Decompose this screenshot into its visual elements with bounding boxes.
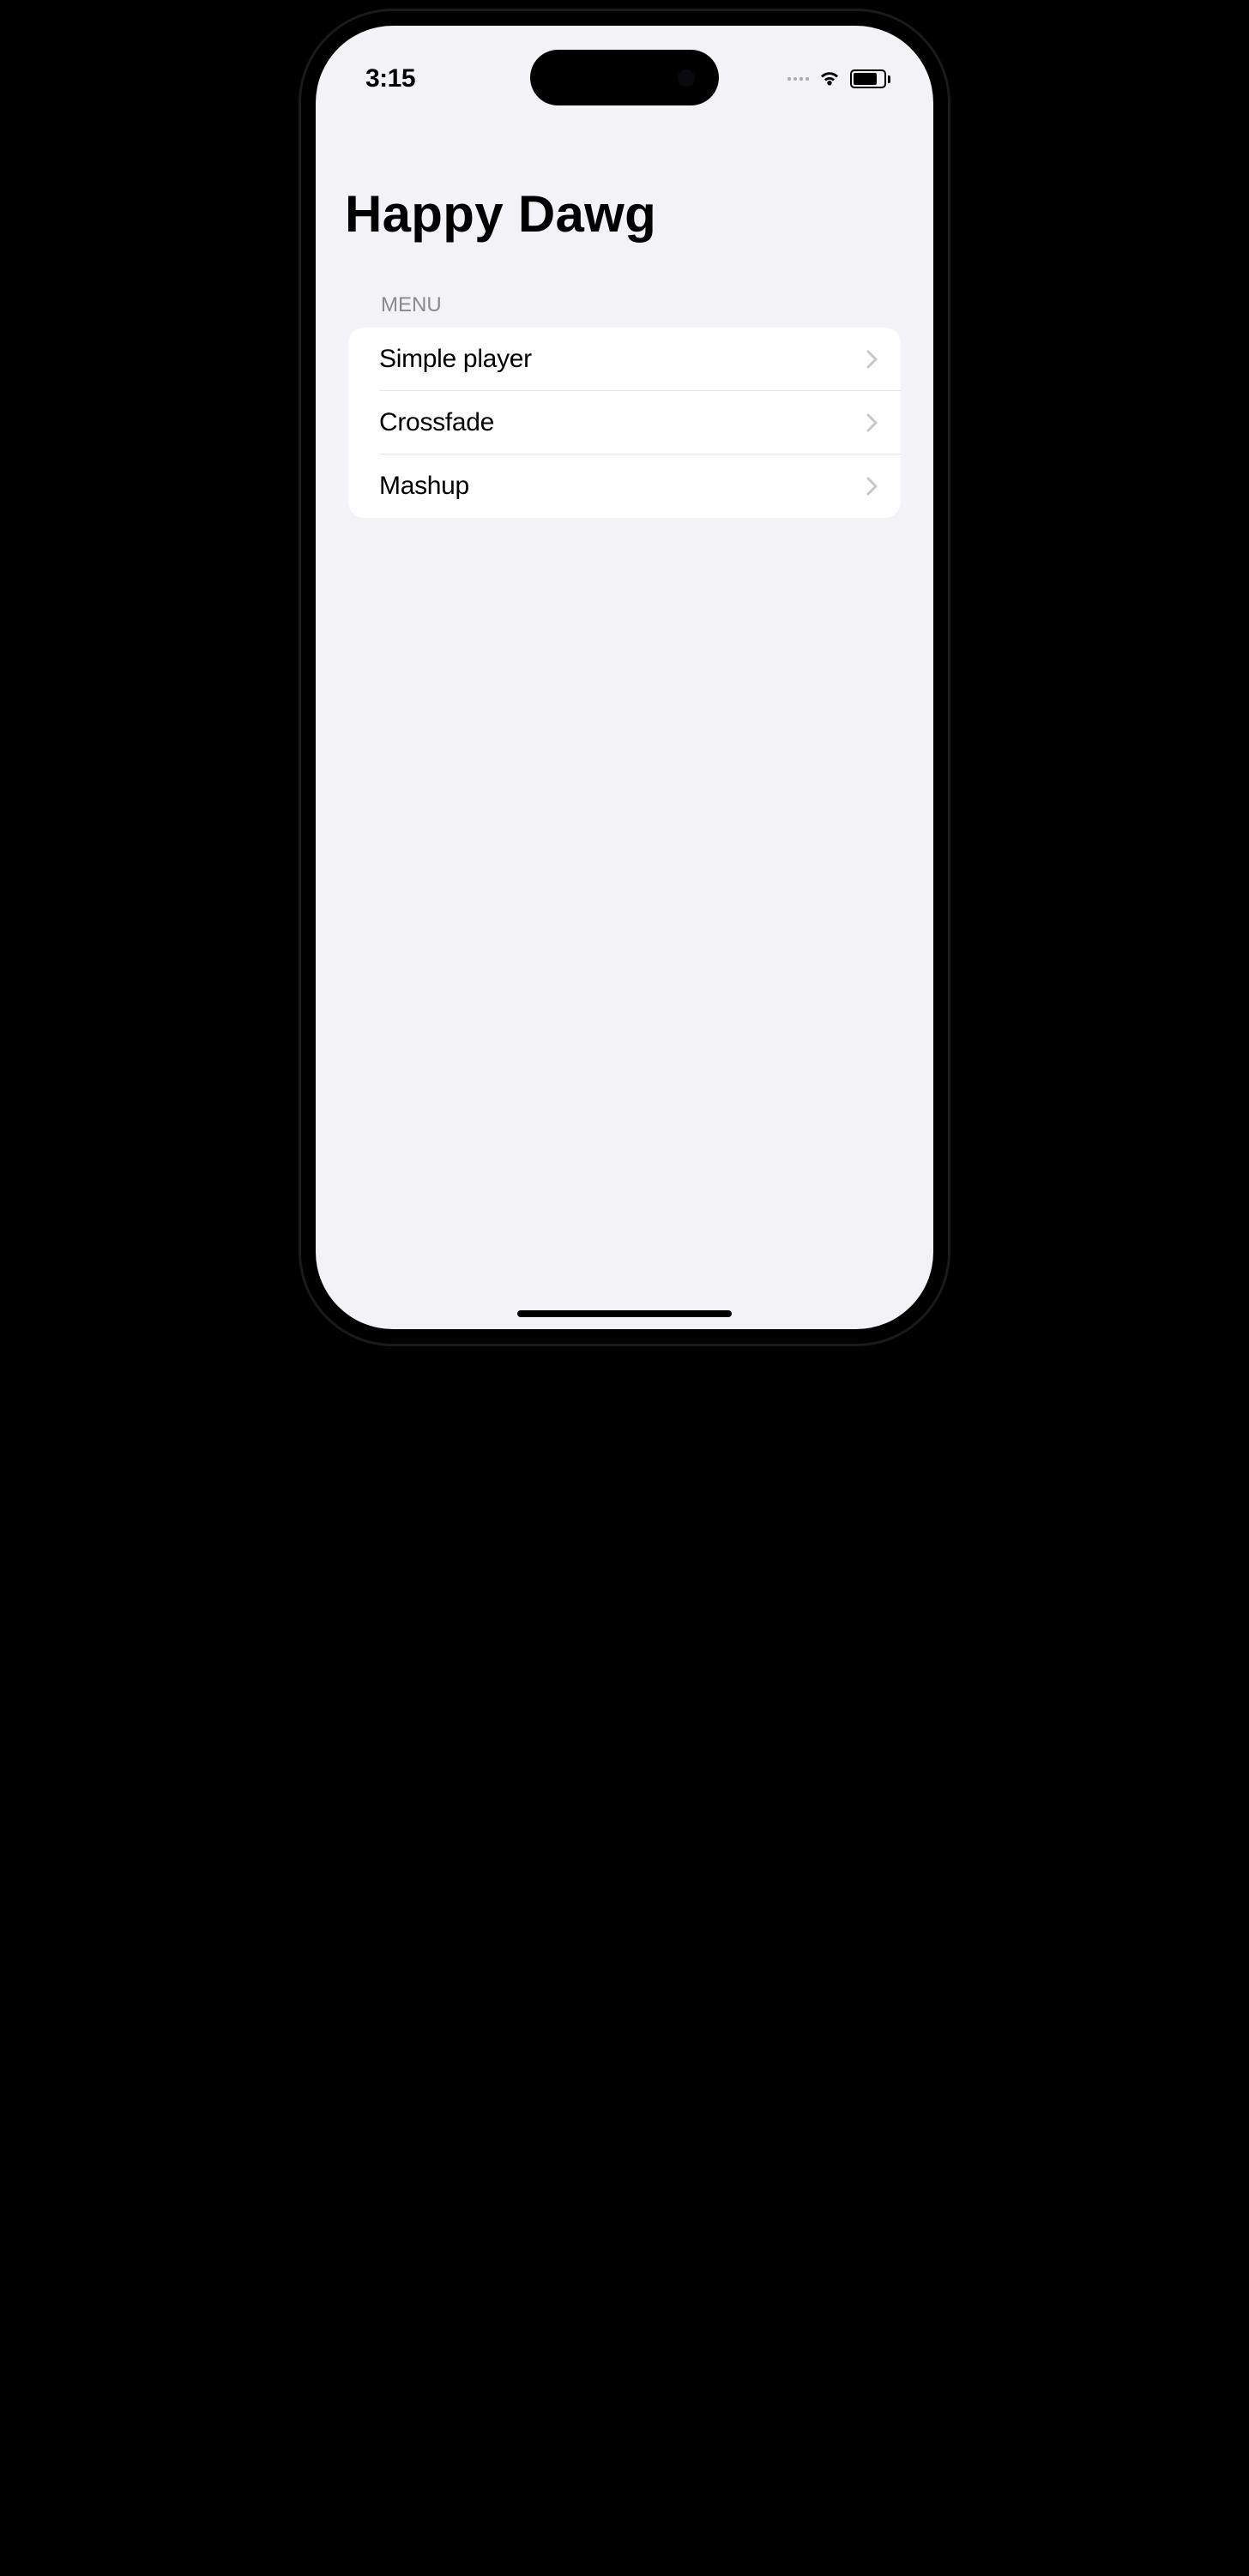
page-title: Happy Dawg — [316, 184, 933, 244]
menu-item-label: Simple player — [379, 345, 532, 374]
battery-icon — [850, 69, 890, 88]
dynamic-island — [530, 50, 719, 105]
menu-item-simple-player[interactable]: Simple player — [348, 328, 901, 391]
chevron-right-icon — [866, 476, 878, 497]
wifi-icon — [818, 69, 842, 88]
section-header: MENU — [316, 244, 933, 328]
volume-down-button[interactable] — [293, 480, 299, 575]
menu-list: Simple player Crossfade Mashup — [348, 328, 901, 518]
cellular-icon — [787, 77, 809, 81]
chevron-right-icon — [866, 412, 878, 433]
menu-item-label: Crossfade — [379, 408, 494, 437]
menu-item-label: Mashup — [379, 472, 469, 501]
phone-frame: 3:15 Happy Dawg MENU — [299, 9, 950, 1346]
home-indicator[interactable] — [517, 1310, 732, 1317]
status-icons — [787, 69, 890, 88]
status-time: 3:15 — [365, 64, 415, 93]
menu-item-mashup[interactable]: Mashup — [348, 454, 901, 518]
chevron-right-icon — [866, 349, 878, 370]
menu-item-crossfade[interactable]: Crossfade — [348, 391, 901, 454]
content: Happy Dawg MENU Simple player Crossfade — [316, 103, 933, 518]
screen: 3:15 Happy Dawg MENU — [316, 26, 933, 1329]
power-button[interactable] — [950, 394, 956, 540]
volume-up-button[interactable] — [293, 360, 299, 454]
